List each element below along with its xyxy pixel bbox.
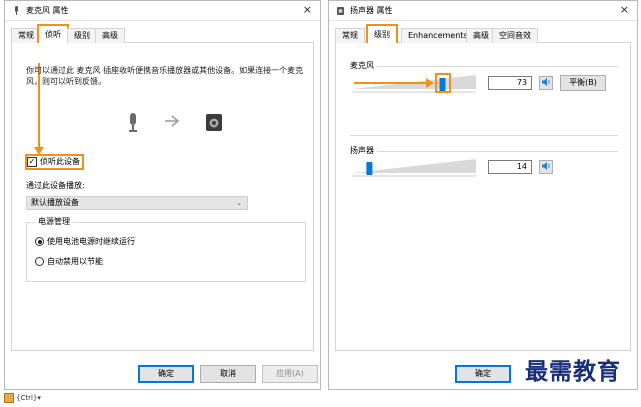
power-group-title: 电源管理 (35, 217, 73, 227)
ok-button[interactable]: 确定 (138, 365, 194, 383)
tab-bar: 常规 级别 Enhancements 高级 空间音效 (335, 24, 631, 45)
tab-listen[interactable]: 侦听 (37, 24, 69, 45)
speaker-volume-icon (542, 162, 550, 170)
slider-thumb[interactable] (366, 162, 373, 175)
annotation-arrowhead (34, 147, 44, 155)
microphone-icon (129, 113, 137, 132)
paste-options-icon[interactable] (4, 393, 14, 403)
speaker-level-value[interactable]: 14 (488, 160, 532, 174)
window-title: 麦克风 属性 (26, 6, 69, 15)
playback-label: 通过此设备播放: (26, 181, 85, 190)
tab-general[interactable]: 常规 (335, 28, 365, 43)
listen-tab-panel: 你可以通过此 麦克风 插座收听便携音乐播放器或其他设备。如果连接一个麦克风，则可… (11, 43, 314, 351)
tab-spatial-sound[interactable]: 空间音效 (492, 28, 538, 43)
speaker-volume-icon (542, 78, 550, 86)
tab-levels[interactable]: 级别 (67, 28, 97, 43)
title-bar: 扬声器 属性 × (329, 1, 637, 21)
listen-checkbox[interactable]: ✓ 侦听此设备 (25, 154, 84, 170)
group-divider (350, 66, 618, 67)
mic-level-value[interactable]: 73 (488, 76, 532, 90)
window-title: 扬声器 属性 (350, 6, 393, 15)
title-bar: 麦克风 属性 × (5, 1, 320, 21)
screenshot-root: 麦克风 属性 × 常规 侦听 级别 高级 你可以通过此 麦克风 插座收听便携音乐… (0, 0, 641, 407)
annotation-arrowhead (425, 78, 434, 88)
radio-auto-disable-label: 自动禁用以节能 (47, 257, 103, 266)
listen-checkbox-label: 侦听此设备 (40, 157, 80, 166)
checkbox-checked-icon: ✓ (27, 156, 37, 167)
close-button[interactable]: × (303, 4, 312, 16)
radio-continue-label: 使用电池电源时继续运行 (47, 237, 135, 246)
speaker-icon (337, 7, 344, 15)
group-divider (350, 151, 618, 152)
microphone-icon (15, 6, 18, 15)
close-button[interactable]: × (620, 4, 629, 16)
levels-tab-panel: 麦克风 73 平衡(B) 扬声器 14 (335, 43, 631, 351)
radio-continue-on-battery[interactable]: 使用电池电源时继续运行 (35, 237, 135, 247)
tab-levels[interactable]: 级别 (366, 24, 398, 45)
apply-button[interactable]: 应用(A) (262, 365, 318, 383)
speaker-level-slider[interactable] (350, 155, 478, 179)
mute-speaker-button[interactable] (539, 160, 553, 174)
radio-unselected-icon (35, 257, 44, 266)
cancel-button[interactable]: 取消 (200, 365, 256, 383)
tab-enhancements[interactable]: Enhancements (401, 28, 475, 43)
mic-level-label: 麦克风 (350, 61, 377, 71)
tab-advanced[interactable]: 高级 (95, 28, 125, 43)
arrow-right-icon (165, 115, 180, 127)
playback-device-value: 默认播放设备 (31, 198, 79, 207)
annotation-highlight-box (434, 73, 451, 93)
balance-button[interactable]: 平衡(B) (560, 75, 606, 91)
playback-device-select[interactable]: 默认播放设备 ⌄ (26, 196, 248, 210)
mute-mic-button[interactable] (539, 76, 553, 90)
speaker-properties-dialog: 扬声器 属性 × 常规 级别 Enhancements 高级 空间音效 麦克风 … (328, 0, 638, 390)
listen-description: 你可以通过此 麦克风 插座收听便携音乐播放器或其他设备。如果连接一个麦克风，则可… (26, 66, 304, 86)
ok-button[interactable]: 确定 (455, 365, 511, 383)
annotation-arrow (354, 82, 426, 84)
paste-options-label[interactable]: {Ctrl}▾ (16, 394, 41, 403)
radio-auto-disable[interactable]: 自动禁用以节能 (35, 257, 103, 267)
watermark-text: 最需教育 (512, 358, 634, 388)
microphone-properties-dialog: 麦克风 属性 × 常规 侦听 级别 高级 你可以通过此 麦克风 插座收听便携音乐… (4, 0, 321, 390)
chevron-down-icon: ⌄ (236, 199, 242, 207)
group-divider (350, 135, 618, 136)
tab-bar: 常规 侦听 级别 高级 (11, 24, 314, 45)
radio-selected-icon (35, 237, 44, 246)
speaker-device-icon (206, 114, 222, 131)
tab-general[interactable]: 常规 (11, 28, 41, 43)
power-management-group: 电源管理 使用电池电源时继续运行 自动禁用以节能 (26, 217, 306, 282)
device-flow-illustration (129, 113, 222, 132)
